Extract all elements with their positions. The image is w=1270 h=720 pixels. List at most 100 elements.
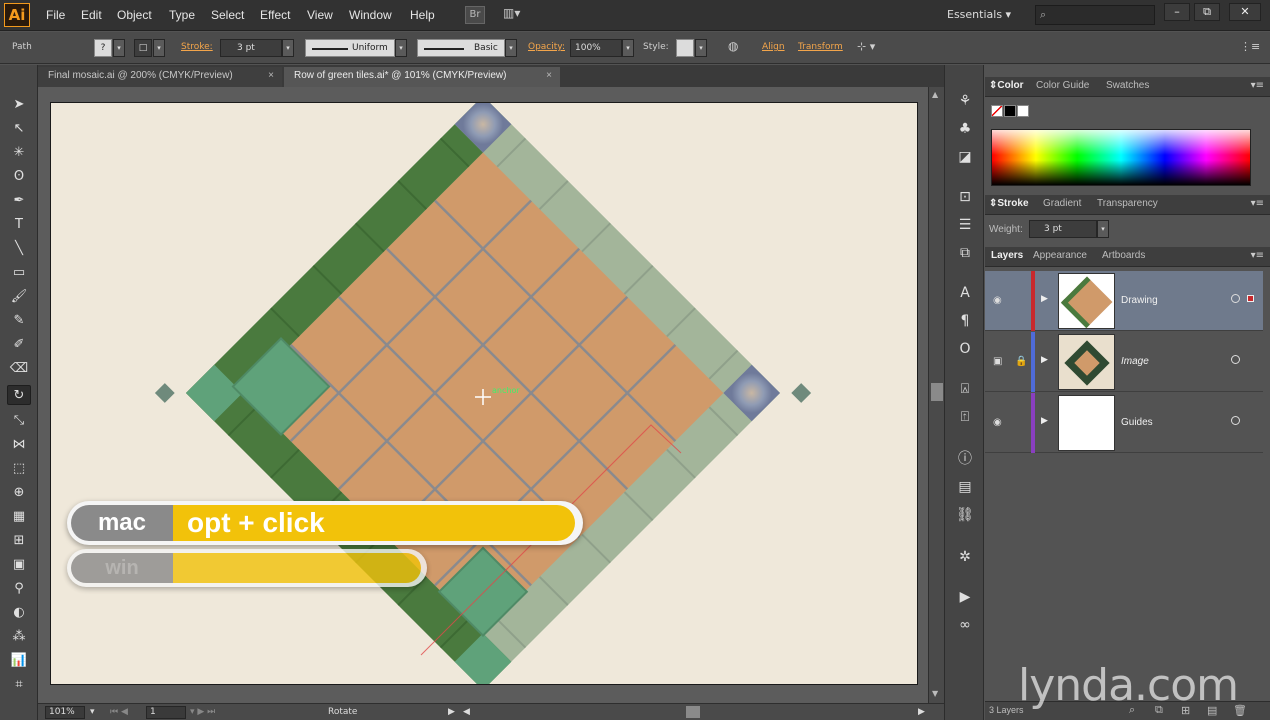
- target-circle-icon[interactable]: [1231, 294, 1240, 303]
- horizontal-scroll-thumb[interactable]: [686, 706, 700, 718]
- white-swatch[interactable]: [1017, 105, 1029, 117]
- stroke-weight-dropdown[interactable]: ▾: [282, 39, 294, 57]
- selection-indicator[interactable]: [1247, 295, 1254, 302]
- expand-arrow-icon[interactable]: ▶: [1041, 294, 1048, 304]
- visibility-eye-icon[interactable]: ◉: [993, 417, 1002, 428]
- tab-color[interactable]: ⇕Color: [989, 80, 1024, 91]
- layer-row-drawing[interactable]: ◉ ▶ Drawing: [985, 271, 1263, 331]
- visibility-eye-icon[interactable]: ◉: [993, 295, 1002, 306]
- expand-arrow-icon[interactable]: ▶: [1041, 355, 1048, 365]
- stroke-weight-input[interactable]: 3 pt: [1029, 220, 1097, 238]
- tab-row-of-green-tiles[interactable]: Row of green tiles.ai* @ 101% (CMYK/Prev…: [284, 67, 560, 87]
- perspective-grid-tool-icon[interactable]: ▦: [7, 507, 31, 527]
- align-link[interactable]: Align: [762, 42, 785, 52]
- opentype-icon[interactable]: O: [955, 339, 975, 359]
- tab-artboards[interactable]: Artboards: [1102, 250, 1145, 261]
- tab-stroke[interactable]: ⇕Stroke: [989, 198, 1029, 209]
- menu-effect[interactable]: Effect: [260, 8, 290, 22]
- target-circle-icon[interactable]: [1231, 355, 1240, 364]
- layer-name[interactable]: Guides: [1121, 417, 1153, 428]
- menu-type[interactable]: Type: [169, 8, 195, 22]
- zoom-field[interactable]: 101%: [45, 706, 85, 719]
- graphic-styles-icon[interactable]: ◪: [955, 147, 975, 167]
- lock-icon[interactable]: 🔒: [1015, 356, 1027, 367]
- menu-object[interactable]: Object: [117, 8, 152, 22]
- opacity-field[interactable]: 100%: [570, 39, 622, 57]
- paragraph-icon[interactable]: ¶: [955, 311, 975, 331]
- arrange-documents-icon[interactable]: ▥▾: [503, 6, 533, 24]
- panel-menu-icon[interactable]: ▾≡: [1251, 198, 1264, 209]
- pathfinder-icon[interactable]: ⧉: [955, 243, 975, 263]
- navigator-icon[interactable]: ✲: [955, 547, 975, 567]
- isolate-icon[interactable]: ⊹ ▾: [857, 40, 875, 53]
- line-tool-icon[interactable]: ╲: [7, 239, 31, 259]
- bridge-icon[interactable]: Br: [465, 6, 485, 24]
- column-graph-tool-icon[interactable]: 📊: [7, 651, 31, 671]
- tab-transparency[interactable]: Transparency: [1097, 198, 1158, 209]
- align-panel-icon[interactable]: ☰: [955, 215, 975, 235]
- pen-tool-icon[interactable]: ✒: [7, 191, 31, 211]
- pencil-tool-icon[interactable]: ✎: [7, 311, 31, 331]
- rectangle-tool-icon[interactable]: ▭: [7, 263, 31, 283]
- paragraph-styles-icon[interactable]: ⍐: [955, 407, 975, 427]
- menu-select[interactable]: Select: [211, 8, 244, 22]
- paintbrush-tool-icon[interactable]: 🖌: [7, 287, 31, 307]
- brushes-icon[interactable]: ⚘: [955, 91, 975, 111]
- blend-tool-icon[interactable]: ◐: [7, 603, 31, 623]
- search-input[interactable]: ⌕: [1035, 5, 1155, 25]
- opacity-label[interactable]: Opacity:: [528, 42, 565, 52]
- stroke-swatch-dropdown[interactable]: ▾: [153, 39, 165, 57]
- control-bar-menu-icon[interactable]: ⋮≡: [1240, 40, 1260, 53]
- layer-name[interactable]: Drawing: [1121, 295, 1158, 306]
- workspace-switcher[interactable]: Essentials ▾: [947, 8, 1011, 21]
- symbols-icon[interactable]: ♣: [955, 119, 975, 139]
- free-transform-tool-icon[interactable]: ⬚: [7, 459, 31, 479]
- vertical-scroll-thumb[interactable]: [931, 383, 943, 401]
- close-button[interactable]: ✕: [1229, 3, 1261, 21]
- character-styles-icon[interactable]: ⍓: [955, 379, 975, 399]
- none-swatch[interactable]: [991, 105, 1003, 117]
- stroke-weight-field[interactable]: 3 pt: [220, 39, 282, 57]
- menu-file[interactable]: File: [46, 8, 65, 22]
- scroll-left-icon[interactable]: ◀: [463, 707, 470, 717]
- close-tab-icon[interactable]: ×: [546, 67, 552, 85]
- menu-view[interactable]: View: [307, 8, 333, 22]
- gradient-tool-icon[interactable]: ▣: [7, 555, 31, 575]
- mesh-tool-icon[interactable]: ⊞: [7, 531, 31, 551]
- eraser-tool-icon[interactable]: ⌫: [7, 359, 31, 379]
- menu-window[interactable]: Window: [349, 8, 392, 22]
- eyedropper-tool-icon[interactable]: ⚲: [7, 579, 31, 599]
- scroll-down-icon[interactable]: ▼: [932, 689, 938, 698]
- tab-final-mosaic[interactable]: Final mosaic.ai @ 200% (CMYK/Preview) ×: [38, 67, 282, 87]
- tab-color-guide[interactable]: Color Guide: [1036, 80, 1089, 91]
- layer-row-image[interactable]: ▣ 🔒 ▶ Image: [985, 332, 1263, 392]
- graphic-style-swatch[interactable]: [676, 39, 694, 57]
- layer-row-guides[interactable]: ◉ ▶ Guides: [985, 393, 1263, 453]
- menu-edit[interactable]: Edit: [81, 8, 102, 22]
- info-icon[interactable]: ⓘ: [955, 449, 975, 469]
- transform-link[interactable]: Transform: [798, 42, 843, 52]
- status-menu-icon[interactable]: ▶: [448, 707, 455, 717]
- links-panel-icon[interactable]: ∞: [955, 615, 975, 635]
- fill-swatch[interactable]: ?: [94, 39, 112, 57]
- shape-builder-tool-icon[interactable]: ⊕: [7, 483, 31, 503]
- opacity-dropdown[interactable]: ▾: [622, 39, 634, 57]
- style-dropdown[interactable]: ▾: [695, 39, 707, 57]
- fill-dropdown[interactable]: ▾: [113, 39, 125, 57]
- profile-dropdown[interactable]: ▾: [395, 39, 407, 57]
- canvas-area[interactable]: anchor mac opt + click win: [38, 87, 928, 703]
- scale-tool-icon[interactable]: ⤡: [7, 411, 31, 431]
- scroll-up-icon[interactable]: ▲: [932, 90, 938, 99]
- menu-help[interactable]: Help: [410, 8, 435, 22]
- layer-name[interactable]: Image: [1121, 356, 1149, 367]
- tile-artwork[interactable]: anchor: [51, 103, 918, 685]
- actions-icon[interactable]: ▶: [955, 587, 975, 607]
- weight-dropdown[interactable]: ▾: [1097, 220, 1109, 238]
- tab-swatches[interactable]: Swatches: [1106, 80, 1149, 91]
- lasso-tool-icon[interactable]: ʘ: [7, 167, 31, 187]
- character-icon[interactable]: A: [955, 283, 975, 303]
- artboard-number-field[interactable]: 1: [146, 706, 186, 719]
- blob-brush-tool-icon[interactable]: ✐: [7, 335, 31, 355]
- artboard-tool-icon[interactable]: ⌗: [7, 675, 31, 695]
- artboard[interactable]: anchor mac opt + click win: [50, 102, 918, 685]
